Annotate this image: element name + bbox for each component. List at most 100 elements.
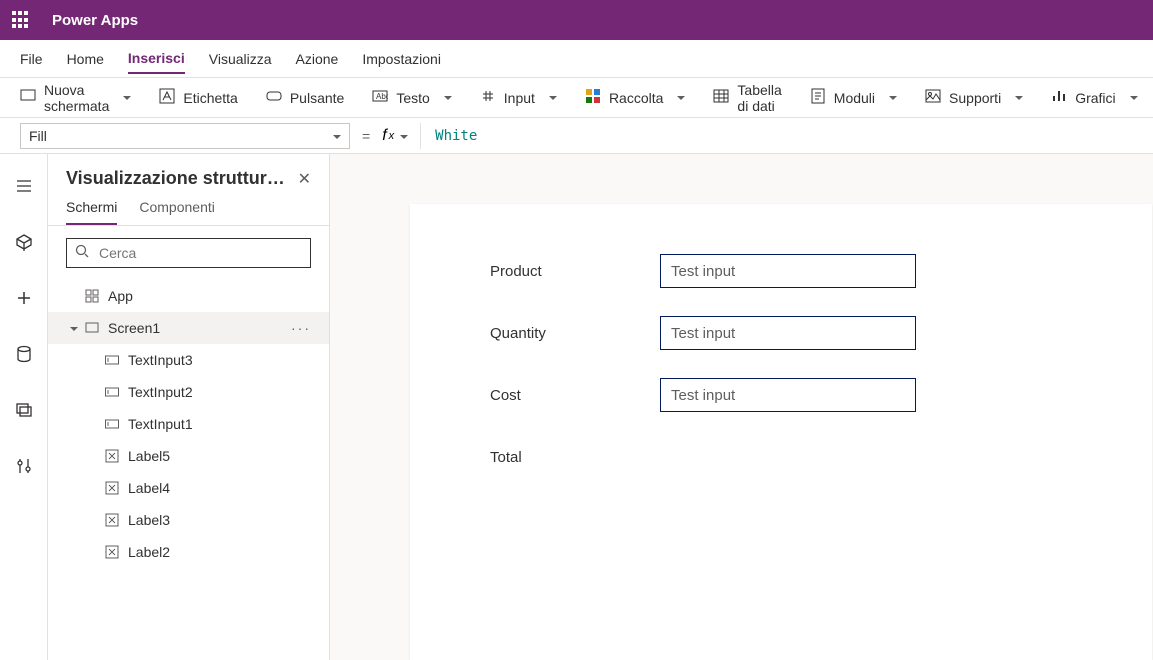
form-row-product: Product [490, 240, 1072, 302]
ribbon-charts-label: Grafici [1075, 90, 1115, 106]
tree-search-input[interactable] [97, 244, 302, 262]
label-product: Product [490, 263, 660, 280]
label-icon [104, 449, 120, 463]
svg-text:Abc: Abc [376, 92, 388, 101]
menu-home[interactable]: Home [67, 45, 104, 73]
ribbon-label[interactable]: Etichetta [159, 88, 237, 107]
tree-tab-screens[interactable]: Schermi [66, 199, 117, 225]
waffle-icon[interactable] [12, 11, 30, 29]
input-icon [480, 88, 496, 107]
fx-icon: f [382, 127, 386, 145]
forms-icon [810, 88, 826, 107]
menu-visualizza[interactable]: Visualizza [209, 45, 272, 73]
tree-item-label: TextInput2 [128, 384, 193, 400]
tree-node-textinput3[interactable]: TextInput3 [48, 344, 329, 376]
media-icon [925, 88, 941, 107]
rail-tree-view[interactable] [8, 226, 40, 258]
label-total: Total [490, 449, 660, 466]
ribbon-input[interactable]: Input [480, 88, 557, 107]
label-icon [104, 513, 120, 527]
tree-item-label: Label4 [128, 480, 170, 496]
title-bar: Power Apps [0, 0, 1153, 40]
tree-node-label4[interactable]: Label4 [48, 472, 329, 504]
tree-search[interactable] [66, 238, 311, 268]
tree-node-textinput2[interactable]: TextInput2 [48, 376, 329, 408]
ribbon-new-screen-label: Nuova schermata [44, 82, 109, 114]
label-icon [104, 481, 120, 495]
tree-node-app-label: App [108, 288, 133, 304]
main-area: Visualizzazione struttura… ✕ Schermi Com… [0, 154, 1153, 660]
form-row-cost: Cost [490, 364, 1072, 426]
left-rail [0, 154, 48, 660]
equals-sign: = [362, 128, 370, 144]
property-selector[interactable]: Fill [20, 123, 350, 149]
ribbon-forms[interactable]: Moduli [810, 88, 897, 107]
rail-tools[interactable] [8, 450, 40, 482]
label-icon [104, 545, 120, 559]
tree-item-label: Label3 [128, 512, 170, 528]
close-panel-button[interactable]: ✕ [298, 169, 311, 189]
tree-node-screen1-label: Screen1 [108, 320, 160, 336]
rail-hamburger[interactable] [8, 170, 40, 202]
ribbon-text-label: Testo [396, 90, 429, 106]
rail-data[interactable] [8, 338, 40, 370]
ribbon-charts[interactable]: Grafici [1051, 88, 1137, 107]
tree-node-label2[interactable]: Label2 [48, 536, 329, 568]
tree-tab-components[interactable]: Componenti [139, 199, 215, 225]
ribbon-gallery-label: Raccolta [609, 90, 663, 106]
more-icon[interactable]: ··· [291, 320, 311, 336]
screen-icon [20, 88, 36, 107]
tree-node-label3[interactable]: Label3 [48, 504, 329, 536]
tree-item-label: TextInput3 [128, 352, 193, 368]
text-icon: Abc [372, 88, 388, 107]
tree-node-screen1[interactable]: Screen1 ··· [48, 312, 329, 344]
ribbon-datatable[interactable]: Tabella di dati [713, 82, 781, 114]
chevron-down-icon [329, 128, 341, 144]
input-product[interactable] [660, 254, 916, 288]
tree-item-label: Label2 [128, 544, 170, 560]
input-quantity[interactable] [660, 316, 916, 350]
canvas-screen1[interactable]: Product Quantity Cost Total [410, 204, 1152, 660]
ribbon-datatable-label: Tabella di dati [737, 82, 781, 114]
tree-node-app[interactable]: App [48, 280, 329, 312]
button-icon [266, 88, 282, 107]
label-cost: Cost [490, 387, 660, 404]
rail-insert[interactable] [8, 282, 40, 314]
form-row-total: Total [490, 426, 1072, 488]
ribbon-media-label: Supporti [949, 90, 1001, 106]
tree-item-label: TextInput1 [128, 416, 193, 432]
tree-item-label: Label5 [128, 448, 170, 464]
tree-node-label5[interactable]: Label5 [48, 440, 329, 472]
ribbon: Nuova schermata Etichetta Pulsante Abc T… [0, 78, 1153, 118]
datatable-icon [713, 88, 729, 107]
screen-icon [84, 321, 100, 335]
ribbon-input-label: Input [504, 90, 535, 106]
menu-impostazioni[interactable]: Impostazioni [362, 45, 441, 73]
ribbon-forms-label: Moduli [834, 90, 875, 106]
ribbon-text[interactable]: Abc Testo [372, 88, 451, 107]
menu-inserisci[interactable]: Inserisci [128, 44, 185, 74]
menu-bar: File Home Inserisci Visualizza Azione Im… [0, 40, 1153, 78]
formula-input[interactable] [420, 123, 1133, 149]
tree-node-textinput1[interactable]: TextInput1 [48, 408, 329, 440]
search-icon [75, 244, 89, 263]
chevron-down-icon [66, 320, 76, 336]
app-title: Power Apps [52, 12, 138, 29]
canvas-area: Product Quantity Cost Total [330, 154, 1153, 660]
menu-azione[interactable]: Azione [296, 45, 339, 73]
rail-media[interactable] [8, 394, 40, 426]
tree-panel: Visualizzazione struttura… ✕ Schermi Com… [48, 154, 330, 660]
fx-button[interactable]: fx [382, 127, 408, 145]
ribbon-gallery[interactable]: Raccolta [585, 88, 685, 107]
ribbon-media[interactable]: Supporti [925, 88, 1023, 107]
property-selector-value: Fill [29, 128, 47, 144]
input-cost[interactable] [660, 378, 916, 412]
form-row-quantity: Quantity [490, 302, 1072, 364]
charts-icon [1051, 88, 1067, 107]
ribbon-new-screen[interactable]: Nuova schermata [20, 82, 131, 114]
chevron-down-icon [396, 128, 408, 144]
textinput-icon [104, 353, 120, 367]
menu-file[interactable]: File [20, 45, 43, 73]
formula-bar: Fill = fx [0, 118, 1153, 154]
ribbon-button[interactable]: Pulsante [266, 88, 344, 107]
